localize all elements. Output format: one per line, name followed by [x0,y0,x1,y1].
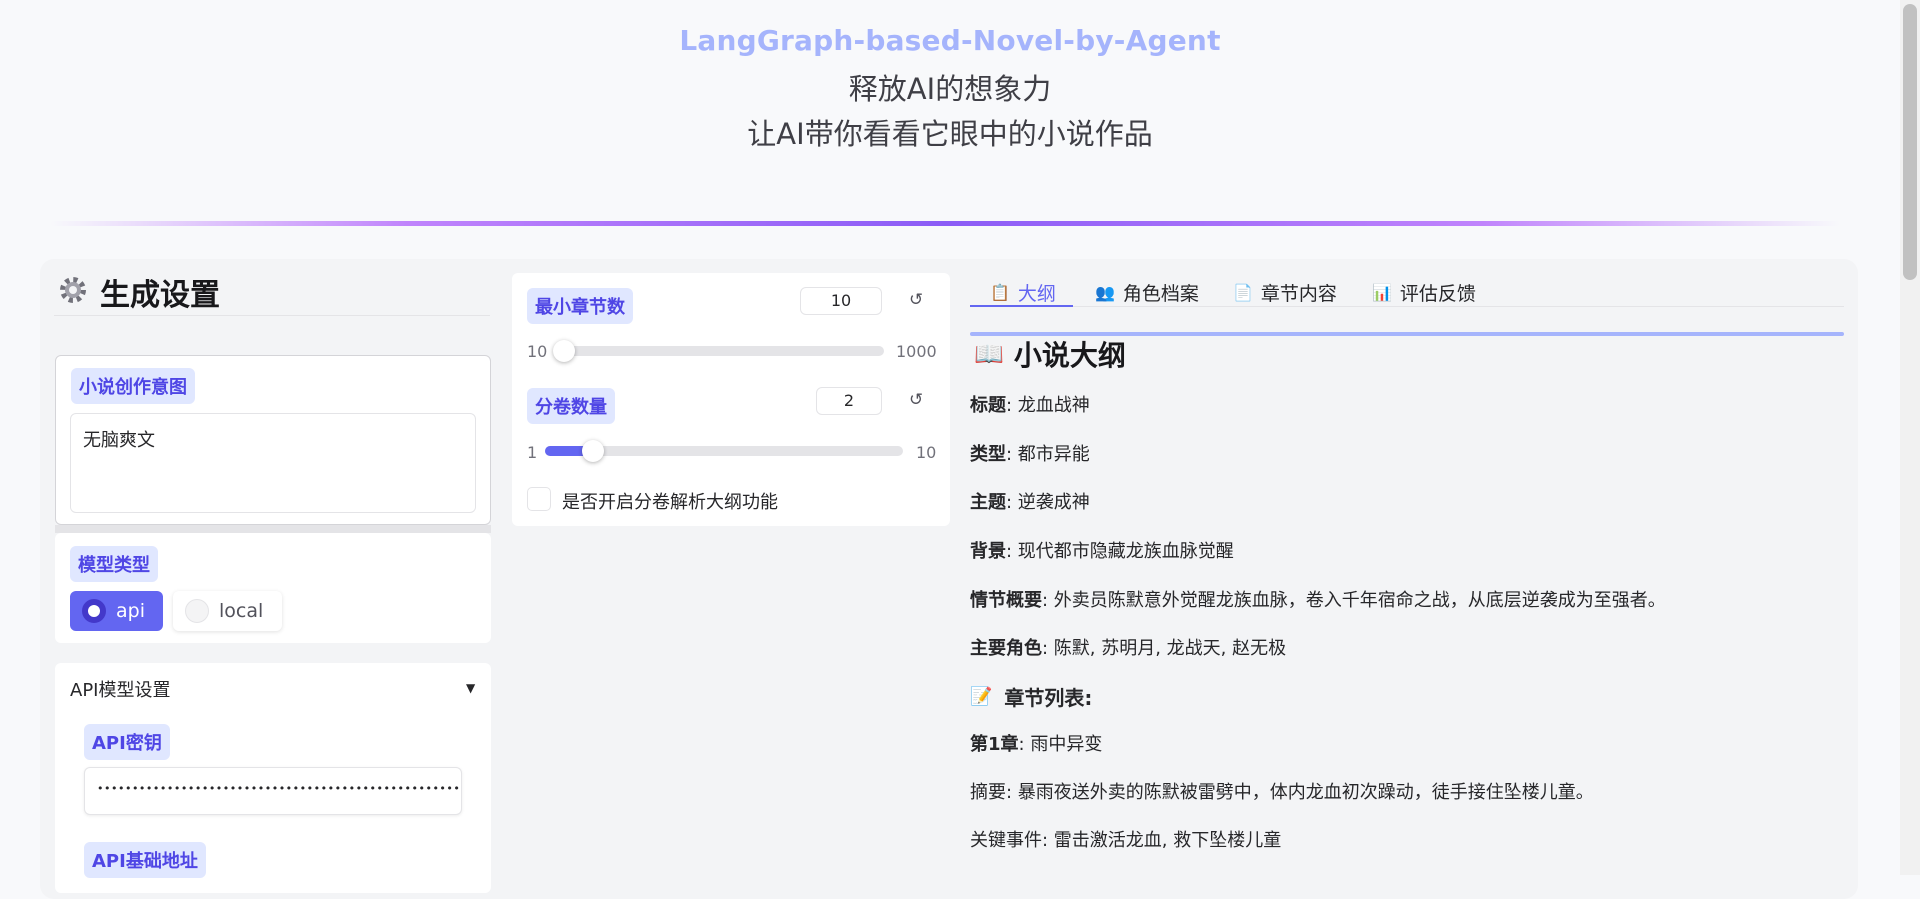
scrollbar-thumb[interactable] [1903,4,1917,280]
split-outline-checkbox[interactable] [527,487,551,511]
min-chapters-min: 10 [527,342,548,361]
chapter-list-heading: 📝 章节列表: [970,682,1092,711]
min-chapters-max: 1000 [896,342,937,361]
chapter-1-label: 第1章 [970,734,1019,755]
min-chapters-track[interactable] [553,346,884,356]
outline-genre-value: : 都市异能 [1006,444,1090,465]
outline-theme-label: 主题 [970,492,1006,513]
outline-background-value: : 现代都市隐藏龙族血脉觉醒 [1006,541,1234,562]
min-chapters-label: 最小章节数 [527,288,633,324]
chevron-down-icon[interactable]: ▼ [466,681,475,695]
min-chapters-input[interactable]: 10 [800,287,882,315]
settings-divider [54,315,490,316]
tab-active-indicator [970,305,1073,307]
outline-characters-row: 主要角色: 陈默, 苏明月, 龙战天, 赵无极 [970,634,1286,660]
radio-api-label: api [116,600,145,622]
radio-dot-selected [82,599,106,623]
memo-icon: 📝 [970,686,993,707]
people-icon: 👥 [1095,282,1115,302]
panel-separator [55,525,491,533]
model-type-label: 模型类型 [70,546,158,582]
tabs-divider [970,306,1844,307]
api-key-label: API密钥 [84,724,170,760]
bar-chart-icon: 📊 [1372,282,1392,302]
volumes-label: 分卷数量 [527,388,615,424]
outline-title-label: 标题 [970,395,1006,416]
chapter-1-key-events: 关键事件: 雷击激活龙血, 救下坠楼儿童 [970,830,1282,851]
tagline-1: 释放AI的想象力 [848,72,1052,106]
intent-textarea[interactable]: 无脑爽文 [70,413,476,513]
tab-characters-label: 角色档案 [1122,282,1199,305]
api-settings-accordion[interactable]: API模型设置 [70,676,170,702]
app-title: LangGraph-based-Novel-by-Agent [679,24,1221,57]
gear-icon [60,277,86,303]
outline-plot-label: 情节概要 [970,590,1042,611]
settings-title: 生成设置 [100,278,220,313]
outline-plot-value: : 外卖员陈默意外觉醒龙族血脉，卷入千年宿命之战，从底层逆袭成为至强者。 [1042,590,1666,611]
intent-label: 小说创作意图 [71,368,195,404]
outline-theme-row: 主题: 逆袭成神 [970,488,1090,514]
outline-theme-value: : 逆袭成神 [1006,492,1090,513]
book-icon: 📖 [974,340,1004,368]
reset-icon[interactable]: ↺ [909,290,923,310]
chapter-1-row: 第1章: 雨中异变 [970,730,1102,756]
tagline-2: 让AI带你看看它眼中的小说作品 [747,117,1153,151]
outline-title-value: : 龙血战神 [1006,395,1090,416]
radio-api[interactable]: api [70,591,163,631]
chapter-list-heading-text: 章节列表: [1004,686,1093,710]
volumes-thumb[interactable] [582,440,604,462]
tab-characters[interactable]: 👥 角色档案 [1095,274,1199,310]
volumes-max: 10 [916,443,937,462]
tab-chapters[interactable]: 📄 章节内容 [1233,274,1337,310]
min-chapters-thumb[interactable] [553,340,575,362]
outline-background-label: 背景 [970,541,1006,562]
outline-characters-value: : 陈默, 苏明月, 龙战天, 赵无极 [1042,638,1287,659]
outline-title-row: 标题: 龙血战神 [970,391,1090,417]
header-divider [50,221,1840,226]
outline-genre-row: 类型: 都市异能 [970,440,1090,466]
chapter-1-title: : 雨中异变 [1018,734,1103,755]
split-outline-label: 是否开启分卷解析大纲功能 [562,492,778,513]
outline-characters-label: 主要角色 [970,638,1042,659]
api-base-url-label: API基础地址 [84,842,206,878]
outline-heading-text: 小说大纲 [1013,339,1126,372]
page-icon: 📄 [1233,282,1253,302]
tab-evaluation-label: 评估反馈 [1399,282,1476,305]
outline-heading: 📖 小说大纲 [974,334,1126,374]
clipboard-icon: 📋 [990,282,1010,302]
radio-local-label: local [219,600,264,622]
reset-icon[interactable]: ↺ [909,390,923,410]
outline-plot-row: 情节概要: 外卖员陈默意外觉醒龙族血脉，卷入千年宿命之战，从底层逆袭成为至强者。 [970,586,1666,612]
outline-genre-label: 类型 [970,444,1006,465]
tab-outline-label: 大纲 [1017,282,1056,305]
api-key-input[interactable]: ••••••••••••••••••••••••••••••••••••••••… [84,767,462,815]
tab-evaluation[interactable]: 📊 评估反馈 [1372,274,1476,310]
volumes-input[interactable]: 2 [816,387,882,415]
volumes-min: 1 [527,443,538,462]
radio-dot [185,599,209,623]
outline-background-row: 背景: 现代都市隐藏龙族血脉觉醒 [970,537,1234,563]
radio-local[interactable]: local [173,591,282,631]
chapter-1-summary: 摘要: 暴雨夜送外卖的陈默被雷劈中，体内龙血初次躁动，徒手接住坠楼儿童。 [970,782,1594,803]
tab-chapters-label: 章节内容 [1260,282,1337,305]
